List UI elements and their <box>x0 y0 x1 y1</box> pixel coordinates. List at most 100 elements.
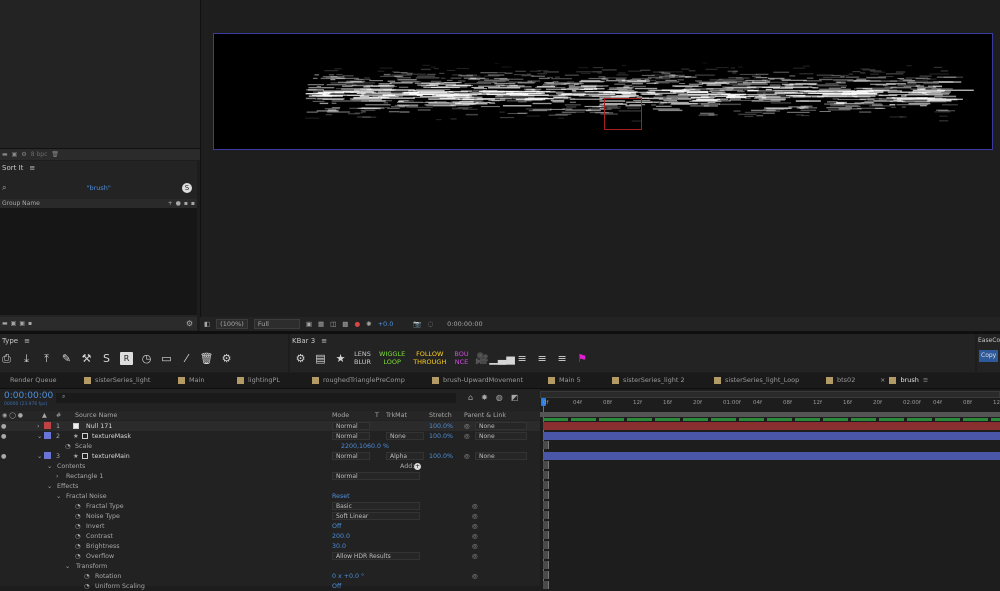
pickwhip-icon[interactable]: ◎ <box>472 553 478 560</box>
eye-icon[interactable]: ● <box>1 433 7 440</box>
stopwatch-icon[interactable]: ◔ <box>84 583 90 590</box>
pen-icon[interactable]: ✎ <box>60 352 73 365</box>
expand-arrow-icon[interactable]: ⌄ <box>47 483 52 490</box>
kbar-button[interactable]: FOLLOW THROUGH <box>413 350 446 366</box>
layer-mode-select[interactable]: Normal <box>332 432 370 440</box>
lock-icon[interactable]: ▪ <box>184 200 188 207</box>
upload-icon[interactable]: ⤒ <box>40 352 53 365</box>
layer-name[interactable]: textureMask <box>92 433 131 440</box>
viewer-timecode[interactable]: 0:00:00:00 <box>447 320 483 328</box>
mask-icon[interactable]: ◫ <box>330 320 336 328</box>
gear-icon[interactable]: ⚙ <box>294 352 307 365</box>
pickwhip-icon[interactable]: ◎ <box>464 423 470 430</box>
align-center-icon[interactable]: ≡ <box>536 352 549 365</box>
tab-6[interactable]: Main 5 <box>548 376 581 384</box>
trkmat-select[interactable]: None <box>386 432 424 440</box>
rotation-value[interactable]: 0 x +0.0 ° <box>332 573 364 580</box>
audio-bars-icon[interactable]: ▁▃▅ <box>489 352 514 365</box>
trash-icon[interactable]: ▪ <box>28 320 32 327</box>
menu-icon[interactable]: ≡ <box>321 337 327 345</box>
pickwhip-icon[interactable]: ◎ <box>472 573 478 580</box>
layer-mode-select[interactable]: Normal <box>332 422 370 430</box>
expand-arrow-icon[interactable]: ⌄ <box>56 493 61 500</box>
brush-icon[interactable]: ⁄ <box>180 352 193 365</box>
align-left-icon[interactable]: ≡ <box>516 352 529 365</box>
property-value[interactable]: 200.0 <box>332 533 350 540</box>
strikethrough-icon[interactable]: S <box>100 352 113 365</box>
download-icon[interactable]: ⤓ <box>20 352 33 365</box>
expand-arrow-icon[interactable]: › <box>56 473 59 480</box>
menu-icon[interactable]: ≡ <box>29 164 35 172</box>
delete-icon[interactable]: ▪ <box>191 200 195 207</box>
stretch-value[interactable]: 100.0% <box>429 423 453 430</box>
tab-3[interactable]: lightingPL <box>237 376 280 384</box>
expand-arrow-icon[interactable]: ⌄ <box>47 463 52 470</box>
layer-row[interactable]: ● ⌄ 3 ★ textureMain Normal Alpha 100.0% ◎ None <box>0 451 540 461</box>
parent-select[interactable]: None <box>475 432 527 440</box>
gear-icon[interactable]: ⚙ <box>186 319 193 328</box>
easecopy-button[interactable]: Copy <box>979 350 998 362</box>
color-channels-icon[interactable]: ● <box>354 320 360 328</box>
reset-button[interactable]: Reset <box>332 493 350 500</box>
tab-10[interactable]: × brush ≡ <box>880 376 928 384</box>
menu-icon[interactable]: ≡ <box>923 376 928 384</box>
gear-icon[interactable]: ⚙ <box>220 352 233 365</box>
bpc-label[interactable]: 8 bpc <box>31 151 48 158</box>
layer-duration-bar[interactable] <box>543 422 1000 430</box>
comp-flowchart-icon[interactable]: ⌂ <box>468 393 473 402</box>
layer-label-swatch[interactable] <box>44 452 51 459</box>
pickwhip-icon[interactable]: ◎ <box>464 453 470 460</box>
add-icon[interactable]: + <box>414 462 421 470</box>
stretch-value[interactable]: 100.0% <box>429 433 453 440</box>
graph-editor-icon[interactable]: ◩ <box>511 393 519 402</box>
tab-8[interactable]: sisterSeries_light_Loop <box>714 376 799 384</box>
layer-row[interactable]: ● › 1 Null 171 Normal 100.0% ◎ None <box>0 421 540 431</box>
stopwatch-icon[interactable]: ◔ <box>75 553 81 560</box>
kbar-button[interactable]: BOU NCE <box>454 350 468 366</box>
expand-arrow-icon[interactable]: › <box>37 423 40 430</box>
stretch-value[interactable]: 100.0% <box>429 453 453 460</box>
flag-icon[interactable]: ⚑ <box>576 352 589 365</box>
new-comp-icon[interactable]: ▣ <box>11 320 17 327</box>
parent-select[interactable]: None <box>475 422 527 430</box>
motion-blur-icon[interactable]: ◍ <box>496 393 503 402</box>
layer-name[interactable]: Null 171 <box>86 423 112 430</box>
timer-icon[interactable]: ◷ <box>140 352 153 365</box>
eye-icon[interactable]: ● <box>1 453 7 460</box>
stopwatch-icon[interactable]: ◔ <box>65 443 71 450</box>
menu-icon[interactable]: ≡ <box>24 337 30 345</box>
layer-row[interactable]: ● ⌄ 2 ★ textureMask Normal None 100.0% ◎ None <box>0 431 540 441</box>
expand-arrow-icon[interactable]: ⌄ <box>37 453 42 460</box>
resolution-select[interactable]: Full <box>253 319 300 329</box>
sortit-search-input[interactable]: "brush" <box>86 184 110 192</box>
print-icon[interactable]: ⎙ <box>0 352 13 365</box>
wrench-icon[interactable]: ⚒ <box>80 352 93 365</box>
exposure-icon[interactable]: ✺ <box>366 320 371 328</box>
pickwhip-icon[interactable]: ◎ <box>472 523 478 530</box>
trkmat-select[interactable]: Alpha <box>386 452 424 460</box>
stopwatch-icon[interactable]: ◔ <box>75 523 81 530</box>
pickwhip-icon[interactable]: ◎ <box>472 503 478 510</box>
fast-preview-icon[interactable]: ▣ <box>306 320 312 328</box>
property-value[interactable]: 30.0 <box>332 543 346 550</box>
stopwatch-icon[interactable]: ◔ <box>84 573 90 580</box>
region-of-interest-box[interactable] <box>604 98 642 130</box>
rectangle-mode-select[interactable]: Normal <box>332 472 420 480</box>
pickwhip-icon[interactable]: ◎ <box>472 533 478 540</box>
r-box-icon[interactable]: R <box>120 352 133 365</box>
layer-mode-select[interactable]: Normal <box>332 452 370 460</box>
add-group-icon[interactable]: + <box>168 200 173 207</box>
trash-icon[interactable]: 🗑 <box>51 151 59 158</box>
grid-icon[interactable]: ▦ <box>318 320 324 328</box>
parent-select[interactable]: None <box>475 452 527 460</box>
new-comp-icon[interactable]: ▣ <box>12 151 18 158</box>
pickwhip-icon[interactable]: ◎ <box>472 543 478 550</box>
refresh-icon[interactable]: S <box>182 183 192 193</box>
timeline-navigator[interactable] <box>540 391 1000 398</box>
align-right-icon[interactable]: ≡ <box>556 352 569 365</box>
property-select[interactable]: Soft Linear <box>332 512 420 520</box>
expand-arrow-icon[interactable]: ⌄ <box>37 433 42 440</box>
pickwhip-icon[interactable]: ◎ <box>472 513 478 520</box>
close-icon[interactable]: × <box>880 376 885 384</box>
folder-icon[interactable]: ▬ <box>2 151 8 158</box>
